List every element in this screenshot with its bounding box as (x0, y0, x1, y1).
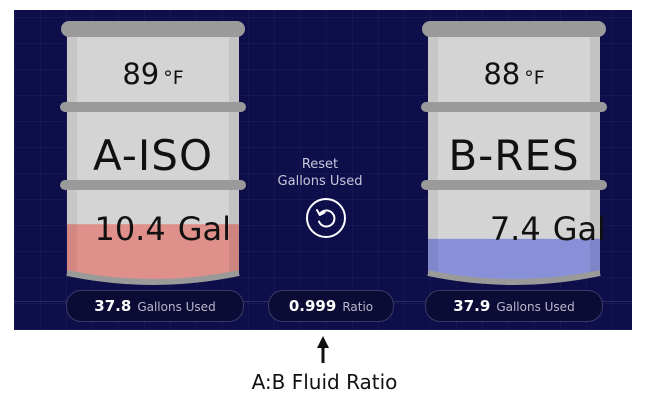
b-gallons-used-pill: 37.9 Gallons Used (425, 290, 603, 322)
drum-a: 89 °F A-ISO 10.4 Gal (59, 17, 247, 285)
a-gallons-used-pill: 37.8 Gallons Used (66, 290, 244, 322)
drum-a-temperature: 89 °F (59, 57, 247, 91)
reset-icon (306, 198, 346, 238)
drum-a-temp-value: 89 (122, 57, 160, 91)
drum-b-band-1 (421, 102, 607, 112)
drum-b-name: B-RES (448, 131, 580, 180)
drum-b-temp-value: 88 (483, 57, 521, 91)
ratio-pill: 0.999 Ratio (268, 290, 394, 322)
ratio-label: Ratio (342, 300, 374, 314)
reset-label-line2: Gallons Used (277, 174, 363, 189)
drum-b-temp-unit: °F (524, 67, 545, 89)
drum-a-band-1 (60, 102, 246, 112)
drum-b-temperature: 88 °F (420, 57, 608, 91)
ratio-caption: A:B Fluid Ratio (251, 370, 398, 394)
drum-a-gallons-value: 10.4 (94, 210, 166, 248)
ratio-value: 0.999 (288, 297, 337, 315)
drum-a-name: A-ISO (92, 131, 214, 180)
b-gallons-used-value: 37.9 (453, 297, 491, 315)
drum-a-gallons: 10.4 Gal (94, 210, 231, 248)
reset-label: Reset Gallons Used (276, 156, 364, 190)
a-gallons-used-value: 37.8 (94, 297, 132, 315)
hmi-panel: 89 °F A-ISO 10.4 Gal 88 °F B-RES 7.4 Gal Res… (14, 10, 632, 330)
arrow-up-icon (317, 336, 329, 363)
drum-a-temp-unit: °F (163, 67, 184, 89)
drum-a-band-2 (60, 180, 246, 190)
b-gallons-used-label: Gallons Used (496, 300, 575, 314)
drum-b-gallons: 7.4 Gal (490, 210, 606, 248)
drum-b-gallons-unit: Gal (552, 210, 606, 248)
a-gallons-used-label: Gallons Used (137, 300, 216, 314)
drum-b-gallons-value: 7.4 (489, 210, 541, 248)
drum-b: 88 °F B-RES 7.4 Gal (420, 17, 608, 285)
drum-b-band-2 (421, 180, 607, 190)
reset-gallons-button[interactable] (305, 197, 347, 239)
drum-a-top-rim (61, 21, 245, 37)
reset-label-line1: Reset (301, 157, 339, 172)
drum-a-gallons-unit: Gal (177, 210, 231, 248)
drum-b-top-rim (422, 21, 606, 37)
